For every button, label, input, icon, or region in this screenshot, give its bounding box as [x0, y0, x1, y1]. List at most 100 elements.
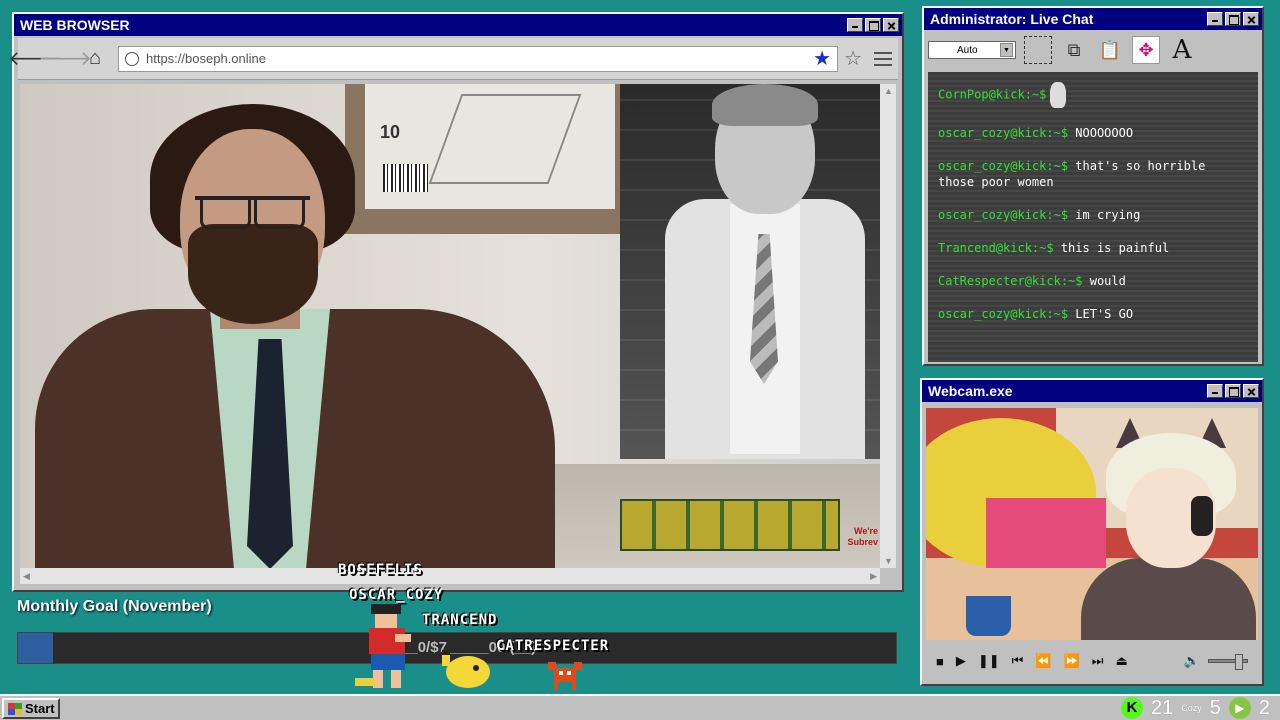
copy-icon[interactable]: ⧉: [1060, 36, 1088, 64]
pause-icon[interactable]: ❚❚: [978, 653, 1000, 669]
volume-icon[interactable]: 🔈: [1184, 653, 1200, 669]
kick-icon: K: [1120, 697, 1143, 719]
username-tag: BOSEFELIS: [338, 562, 423, 578]
pikachu-sprite-icon: [442, 650, 490, 688]
windows-logo-icon: [8, 702, 22, 715]
taskbar: Start K 21 Cozy 5 ▶ 2: [0, 694, 1280, 720]
forward-arrow-icon[interactable]: 🡒: [38, 46, 92, 72]
rewind-icon[interactable]: ⏪: [1035, 653, 1051, 669]
browser-title: WEB BROWSER: [20, 17, 130, 33]
media-controls: ■ ▶ ❚❚ ⏮ ⏪ ⏩ ⏭ ⏏ 🔈: [926, 646, 1258, 676]
scroll-right-icon[interactable]: ▶: [870, 571, 877, 582]
chat-message: oscar_cozy@kick:~$ NOOOOOOO: [938, 125, 1248, 141]
select-icon[interactable]: [1024, 36, 1052, 64]
chat-username: oscar_cozy@kick:~$: [938, 208, 1069, 222]
truss-drawing: [428, 94, 582, 184]
eject-icon[interactable]: ⏏: [1115, 653, 1127, 669]
cozy-label: Cozy: [1181, 703, 1202, 713]
move-icon[interactable]: ✥: [1132, 36, 1160, 64]
barcode-icon: [383, 164, 428, 192]
kick-viewer-count: 21: [1150, 696, 1174, 719]
webcam-feed: [926, 408, 1258, 640]
vertical-scrollbar[interactable]: ▲ ▼: [880, 84, 896, 568]
headset: [1191, 496, 1213, 536]
zoom-dropdown[interactable]: Auto ▼: [928, 41, 1016, 59]
scroll-down-icon[interactable]: ▼: [884, 556, 893, 566]
minimize-button[interactable]: [847, 18, 863, 32]
chat-username: CornPop@kick:~$: [938, 87, 1047, 102]
browser-titlebar[interactable]: WEB BROWSER: [14, 14, 902, 36]
chat-window: Administrator: Live Chat Auto ▼ ⧉ 📋 ✥ A …: [922, 6, 1264, 366]
minimize-button[interactable]: [1207, 384, 1223, 398]
chat-username: oscar_cozy@kick:~$: [938, 126, 1069, 140]
mug: [966, 596, 1011, 636]
poster-frame: 10: [345, 84, 630, 234]
cozy-viewer-count: 5: [1209, 696, 1221, 719]
chat-message: Trancend@kick:~$ this is painful: [938, 240, 1248, 256]
webcam-titlebar[interactable]: Webcam.exe: [922, 380, 1262, 402]
character-sprite-icon: [355, 604, 411, 688]
chat-text: would: [1089, 274, 1126, 288]
scroll-left-icon[interactable]: ◀: [23, 571, 30, 582]
chat-message: CornPop@kick:~$: [938, 82, 1248, 108]
browser-window: WEB BROWSER 🡐 🡒 ⌂ https://boseph.online …: [8, 12, 904, 592]
chat-text: LET'S GO: [1075, 307, 1134, 321]
zoom-dropdown-value: Auto: [957, 44, 978, 56]
start-button[interactable]: Start: [2, 698, 60, 719]
scroll-up-icon[interactable]: ▲: [884, 86, 893, 96]
bookmark-star-icon[interactable]: ★: [813, 46, 831, 71]
chat-text: im crying: [1075, 208, 1141, 222]
address-bar[interactable]: https://boseph.online ★: [118, 45, 839, 72]
browser-toolbar: 🡐 🡒 ⌂ https://boseph.online ★ ☆: [8, 38, 898, 80]
webcam-window: Webcam.exe ■ ▶ ❚❚ ⏮ ⏪ ⏩ ⏭ ⏏ 🔈: [920, 378, 1264, 686]
volume-slider[interactable]: [1208, 654, 1248, 670]
chat-log[interactable]: CornPop@kick:~$ oscar_cozy@kick:~$ NOOOO…: [928, 72, 1258, 362]
menu-icon[interactable]: [874, 51, 892, 66]
glasses: [195, 196, 310, 229]
chat-username: Trancend@kick:~$: [938, 241, 1054, 255]
goal-label: Monthly Goal (November): [17, 598, 212, 615]
skip-forward-icon[interactable]: ⏭: [1092, 653, 1104, 669]
favorites-star-icon[interactable]: ☆: [844, 46, 862, 71]
avatar-sweater: [1081, 558, 1256, 640]
poster-number: 10: [380, 122, 401, 142]
start-label: Start: [25, 701, 55, 716]
paste-icon[interactable]: 📋: [1096, 36, 1124, 64]
rumble-icon: ▶: [1228, 697, 1251, 719]
gift-box: [986, 498, 1106, 568]
system-tray: K 21 Cozy 5 ▶ 2: [1120, 696, 1270, 720]
chat-message: oscar_cozy@kick:~$ that's so horrible th…: [938, 158, 1248, 190]
dropdown-arrow-icon[interactable]: ▼: [1000, 43, 1013, 57]
sign-text: We're Subrev: [847, 526, 878, 547]
play-icon[interactable]: ▶: [956, 653, 966, 669]
chat-username: oscar_cozy@kick:~$: [938, 307, 1069, 321]
globe-icon: [125, 51, 139, 66]
stop-icon[interactable]: ■: [936, 654, 944, 669]
maximize-button[interactable]: [865, 18, 881, 32]
chat-username: CatRespecter@kick:~$: [938, 274, 1083, 288]
chat-message: oscar_cozy@kick:~$ im crying: [938, 207, 1248, 223]
historic-photo: [620, 84, 880, 459]
close-button[interactable]: [1243, 384, 1259, 398]
close-button[interactable]: [1243, 12, 1259, 26]
skip-back-icon[interactable]: ⏮: [1012, 653, 1024, 669]
goal-progress-fill: [18, 633, 54, 663]
chat-message: oscar_cozy@kick:~$ LET'S GO: [938, 306, 1248, 322]
username-tag: CATRESPECTER: [496, 638, 610, 654]
horizontal-scrollbar[interactable]: ◀ ▶: [20, 568, 880, 584]
chat-titlebar[interactable]: Administrator: Live Chat: [924, 8, 1262, 30]
chat-text: NOOOOOOO: [1075, 126, 1134, 140]
font-icon[interactable]: A: [1168, 35, 1196, 65]
minimize-button[interactable]: [1207, 12, 1223, 26]
webcam-title: Webcam.exe: [928, 383, 1013, 399]
fast-forward-icon[interactable]: ⏩: [1064, 653, 1080, 669]
maximize-button[interactable]: [1225, 384, 1241, 398]
maximize-button[interactable]: [1225, 12, 1241, 26]
chat-username: oscar_cozy@kick:~$: [938, 159, 1069, 173]
video-viewport[interactable]: 10 We're Subrev: [20, 84, 880, 568]
home-icon[interactable]: ⌂: [82, 46, 108, 72]
rumble-viewer-count: 2: [1258, 696, 1270, 719]
chat-toolbar: Auto ▼ ⧉ 📋 ✥ A: [924, 30, 1262, 70]
url-text: https://boseph.online: [146, 51, 266, 66]
close-button[interactable]: [883, 18, 899, 32]
